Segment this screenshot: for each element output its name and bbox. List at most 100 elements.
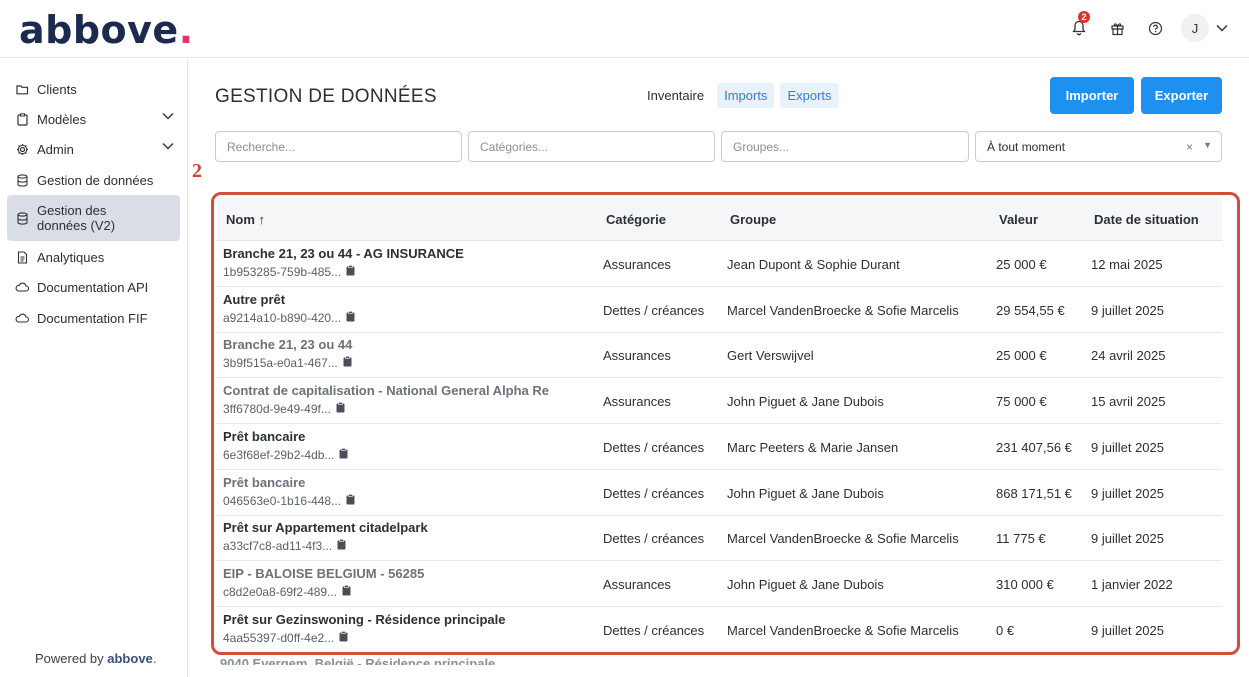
row-id: a9214a10-b890-420... (223, 311, 355, 325)
sidebar-item-admin[interactable]: Admin (7, 134, 180, 164)
row-value: 310 000 € (996, 576, 1054, 592)
notifications-button[interactable]: 2 (1067, 11, 1091, 42)
clipboard-icon[interactable] (336, 402, 345, 416)
sidebar-item-modeles[interactable]: Modèles (7, 104, 180, 134)
row-value: 0 € (996, 622, 1015, 638)
search-input[interactable]: Recherche... (215, 131, 462, 162)
table-row[interactable]: Branche 21, 23 ou 44 3b9f515a-e0a1-467...… (217, 332, 1222, 379)
row-value: 75 000 € (996, 394, 1047, 410)
sidebar-item-documentation-api[interactable]: Documentation API (7, 272, 180, 302)
row-name[interactable]: Prêt bancaire (223, 429, 305, 444)
row-group: Jean Dupont & Sophie Durant (727, 257, 900, 272)
powered-by-dot: . (152, 651, 157, 666)
clipboard-icon[interactable] (346, 265, 355, 279)
column-header-valeur[interactable]: Valeur (999, 212, 1038, 227)
notification-badge: 2 (1078, 11, 1090, 23)
column-header-nom[interactable]: Nom ↑ (226, 212, 265, 227)
row-group: Marcel VandenBroecke & Sofie Marcelis (727, 531, 959, 547)
column-header-categorie[interactable]: Catégorie (606, 212, 666, 227)
row-name[interactable]: Prêt sur Gezinswoning - Résidence princi… (223, 612, 505, 627)
row-id: 6e3f68ef-29b2-4db... (223, 448, 348, 462)
user-menu-toggle[interactable] (1215, 14, 1229, 42)
row-id-text: 1b953285-759b-485... (223, 265, 342, 279)
table-row[interactable]: Branche 21, 23 ou 44 - AG INSURANCE 1b953… (217, 241, 1222, 287)
row-group: John Piguet & Jane Dubois (727, 485, 884, 501)
row-date: 9 juillet 2025 (1091, 302, 1164, 318)
chevron-down-icon (162, 143, 174, 150)
row-category: Dettes / créances (603, 622, 705, 638)
help-button[interactable] (1143, 14, 1167, 42)
period-select[interactable]: À tout moment × ▼ (975, 131, 1222, 162)
tab-inventaire[interactable]: Inventaire (640, 83, 711, 108)
row-id: 046563e0-1b16-448... (223, 494, 355, 508)
clipboard-icon (15, 112, 29, 126)
clipboard-icon[interactable] (339, 447, 348, 462)
row-date: 12 mai 2025 (1091, 257, 1163, 272)
export-button[interactable]: Exporter (1141, 77, 1222, 114)
sidebar-item-gestion-des-donnees-v2[interactable]: Gestion des données (V2) (7, 195, 180, 241)
column-header-groupe[interactable]: Groupe (730, 212, 776, 227)
tab-exports[interactable]: Exports (780, 83, 839, 108)
sidebar-item-clients[interactable]: Clients (7, 74, 180, 104)
row-id-text: 3b9f515a-e0a1-467... (223, 356, 338, 371)
caret-down-icon[interactable]: ▼ (1203, 140, 1212, 150)
row-category: Assurances (603, 576, 671, 592)
categories-filter[interactable]: Catégories... (468, 131, 715, 162)
clipboard-icon[interactable] (346, 310, 355, 325)
row-group: John Piguet & Jane Dubois (727, 394, 884, 410)
gift-icon (1110, 22, 1124, 35)
column-header-label: Nom (226, 212, 255, 227)
clipboard-icon[interactable] (343, 356, 352, 370)
sidebar-item-gestion-de-donnees[interactable]: Gestion de données (7, 165, 180, 195)
row-group: Gert Verswijvel (727, 348, 814, 364)
row-id: 4aa55397-d0ff-4e2... (223, 631, 348, 645)
clipboard-icon[interactable] (346, 493, 355, 508)
row-value: 11 775 € (996, 531, 1046, 547)
row-id-text: 4aa55397-d0ff-4e2... (223, 630, 335, 645)
annotation-number: 2 (192, 160, 202, 182)
clipboard-icon[interactable] (339, 630, 348, 645)
row-date: 9 juillet 2025 (1091, 485, 1164, 501)
clear-icon[interactable]: × (1186, 140, 1193, 154)
sidebar-item-label: Gestion de données (37, 172, 154, 188)
row-id: 1b953285-759b-485... (223, 265, 355, 279)
row-category: Assurances (603, 394, 671, 410)
data-table: Nom ↑ Catégorie Groupe Valeur Date de si… (211, 192, 1240, 655)
sidebar-item-analytiques[interactable]: Analytiques (7, 242, 180, 272)
database-icon (15, 211, 29, 225)
row-category: Dettes / créances (603, 439, 705, 455)
powered-by-brand[interactable]: abbove (107, 651, 153, 666)
table-row[interactable]: EIP - BALOISE BELGIUM - 56285 c8d2e0a8-69… (217, 561, 1222, 607)
brand-logo[interactable]: abbove. (19, 8, 194, 52)
table-row[interactable]: Prêt bancaire 046563e0-1b16-448... Dettes … (217, 470, 1222, 516)
row-category: Assurances (603, 348, 671, 364)
table-row[interactable]: Prêt bancaire 6e3f68ef-29b2-4db... Dettes … (217, 424, 1222, 470)
row-category: Dettes / créances (603, 485, 705, 501)
row-group: Marc Peeters & Marie Jansen (727, 439, 899, 455)
table-row[interactable]: Prêt sur Appartement citadelpark a33cf7c8… (217, 515, 1222, 562)
row-name[interactable]: EIP - BALOISE BELGIUM - 56285 (223, 566, 424, 581)
user-avatar[interactable]: J (1181, 14, 1209, 42)
gift-button[interactable] (1105, 14, 1129, 42)
row-name[interactable]: Contrat de capitalisation - National Gen… (223, 383, 549, 398)
import-button[interactable]: Importer (1050, 77, 1134, 114)
clipboard-icon[interactable] (337, 539, 346, 553)
table-row[interactable]: Contrat de capitalisation - National Gen… (217, 378, 1222, 425)
row-name[interactable]: Branche 21, 23 ou 44 - AG INSURANCE (223, 246, 464, 261)
row-name[interactable]: Prêt sur Appartement citadelpark (223, 520, 428, 535)
table-row[interactable]: Prêt sur Gezinswoning - Résidence princi… (217, 607, 1222, 652)
groups-filter[interactable]: Groupes... (721, 131, 969, 162)
sidebar-item-documentation-fif[interactable]: Documentation FIF (7, 303, 180, 333)
clipboard-icon[interactable] (342, 584, 351, 599)
row-category: Assurances (603, 257, 671, 272)
tab-imports[interactable]: Imports (717, 83, 775, 108)
row-name[interactable]: Autre prêt (223, 292, 285, 307)
sidebar-item-label: Clients (37, 81, 77, 97)
row-name[interactable]: Branche 21, 23 ou 44 (223, 337, 352, 352)
row-id-text: 046563e0-1b16-448... (223, 493, 342, 508)
row-name[interactable]: Prêt bancaire (223, 475, 305, 490)
column-header-date[interactable]: Date de situation (1094, 212, 1199, 227)
table-row[interactable]: Autre prêt a9214a10-b890-420... Dettes / c… (217, 287, 1222, 333)
row-group: John Piguet & Jane Dubois (727, 576, 884, 592)
row-group: Marcel VandenBroecke & Sofie Marcelis (727, 302, 959, 318)
